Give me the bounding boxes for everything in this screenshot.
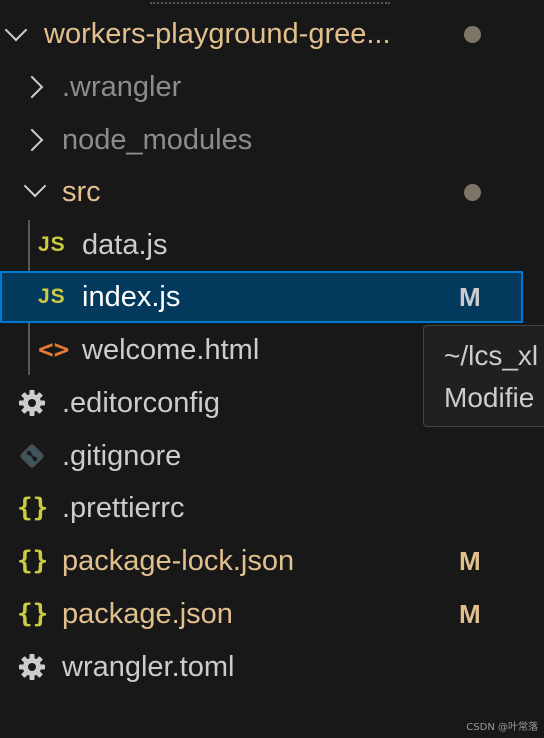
hover-tooltip: ~/lcs_xl Modifie	[423, 325, 544, 427]
folder-row-src[interactable]: src	[0, 166, 544, 218]
file-row-prettierrc[interactable]: {} .prettierrc	[0, 482, 544, 534]
file-label: package-lock.json	[62, 545, 295, 577]
gear-icon	[19, 390, 45, 416]
file-row-gitignore[interactable]: .gitignore	[0, 430, 544, 482]
watermark: CSDN @叶常落	[466, 722, 538, 733]
file-label: .gitignore	[62, 440, 182, 472]
file-label: .editorconfig	[62, 387, 220, 419]
modified-badge: M	[459, 546, 481, 576]
scrolled-previous-row	[150, 0, 390, 4]
file-label: .prettierrc	[62, 492, 185, 524]
json-braces-icon: {}	[17, 493, 49, 523]
file-row-data-js[interactable]: JS data.js	[0, 219, 544, 271]
tooltip-status: Modifie	[444, 382, 535, 413]
folder-label: .wrangler	[62, 71, 182, 103]
file-label: wrangler.toml	[62, 651, 235, 683]
file-label: index.js	[82, 281, 181, 313]
js-file-icon: JS	[38, 233, 66, 256]
file-row-index-js[interactable]: JS index.js M	[0, 271, 523, 323]
gear-icon	[19, 654, 45, 680]
root-folder-label: workers-playground-gree...	[44, 18, 391, 50]
file-row-package-lock-json[interactable]: {} package-lock.json M	[0, 535, 544, 587]
git-icon	[20, 444, 44, 468]
json-braces-icon: {}	[17, 599, 49, 629]
js-file-icon: JS	[38, 285, 66, 308]
file-label: package.json	[62, 598, 233, 630]
folder-row-node-modules[interactable]: node_modules	[0, 114, 544, 166]
chevron-down-icon	[4, 18, 28, 42]
file-row-wrangler-toml[interactable]: wrangler.toml	[0, 641, 544, 693]
modified-dot-icon	[464, 26, 481, 43]
html-file-icon: <>	[38, 335, 70, 365]
folder-label: node_modules	[62, 124, 253, 156]
folder-row-wrangler[interactable]: .wrangler	[0, 61, 544, 113]
chevron-down-icon	[23, 174, 47, 198]
root-folder-row[interactable]: workers-playground-gree...	[0, 8, 544, 60]
chevron-right-icon	[20, 75, 44, 99]
file-label: data.js	[82, 229, 168, 261]
folder-label: src	[62, 176, 101, 208]
modified-badge: M	[459, 282, 481, 312]
tooltip-path: ~/lcs_xl	[444, 340, 539, 371]
modified-dot-icon	[464, 184, 481, 201]
json-braces-icon: {}	[17, 546, 49, 576]
file-row-package-json[interactable]: {} package.json M	[0, 588, 544, 640]
modified-badge: M	[459, 599, 481, 629]
file-label: welcome.html	[82, 334, 260, 366]
chevron-right-icon	[20, 128, 44, 152]
file-explorer: workers-playground-gree... .wrangler nod…	[0, 0, 544, 738]
